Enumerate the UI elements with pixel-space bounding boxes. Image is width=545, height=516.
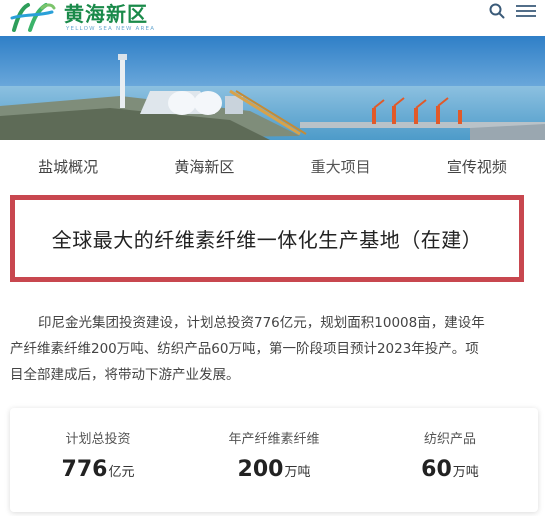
- stat-unit: 万吨: [284, 465, 311, 480]
- stat-value-group: 60万吨: [362, 457, 538, 482]
- menu-icon[interactable]: [515, 4, 537, 18]
- logo[interactable]: 黄海新区 YELLOW SEA NEW AREA: [8, 2, 158, 34]
- stat-unit: 亿元: [108, 465, 135, 480]
- tab-bar: 盐城概况 黄海新区 重大项目 宣传视频: [0, 146, 545, 188]
- project-description: 印尼金光集团投资建设，计划总投资776亿元，规划面积10008亩，建设年 产纤维…: [10, 310, 540, 388]
- project-title: 全球最大的纤维素纤维一体化生产基地（在建）: [51, 228, 483, 252]
- header-actions: [489, 2, 537, 20]
- logo-mark-icon: [10, 3, 56, 32]
- tab-promo-videos[interactable]: 宣传视频: [409, 146, 545, 188]
- description-line: 产纤维素纤维200万吨、纺织产品60万吨，第一阶段项目预计2023年投产。项: [10, 341, 479, 357]
- stat-value-group: 200万吨: [186, 457, 362, 482]
- search-icon[interactable]: [489, 3, 505, 19]
- tab-yellow-sea-new-area[interactable]: 黄海新区: [136, 146, 272, 188]
- description-line: 目全部建成后，将带动下游产业发展。: [10, 367, 240, 383]
- stat-unit: 万吨: [452, 465, 479, 480]
- stat-total-investment: 计划总投资 776亿元: [10, 408, 186, 512]
- stat-label: 纺织产品: [423, 432, 476, 447]
- tab-yancheng-overview[interactable]: 盐城概况: [0, 146, 136, 188]
- logo-title: 黄海新区: [64, 2, 148, 26]
- stat-cellulose-fiber-output: 年产纤维素纤维 200万吨: [186, 408, 362, 512]
- tab-major-projects[interactable]: 重大项目: [273, 146, 409, 188]
- stat-value-group: 776亿元: [10, 457, 186, 482]
- header: 黄海新区 YELLOW SEA NEW AREA: [0, 0, 545, 36]
- stat-label: 计划总投资: [65, 432, 131, 447]
- project-title-box: 全球最大的纤维素纤维一体化生产基地（在建）: [10, 195, 524, 282]
- description-line: 印尼金光集团投资建设，计划总投资776亿元，规划面积10008亩，建设年: [38, 315, 485, 331]
- logo-subtitle: YELLOW SEA NEW AREA: [66, 26, 156, 32]
- stats-card: 计划总投资 776亿元 年产纤维素纤维 200万吨 纺织产品 60万吨: [10, 408, 538, 512]
- stat-textile-products: 纺织产品 60万吨: [362, 408, 538, 512]
- stat-value: 200: [237, 457, 284, 482]
- stat-label: 年产纤维素纤维: [228, 432, 320, 447]
- stat-value: 60: [421, 457, 452, 482]
- stat-value: 776: [61, 457, 108, 482]
- banner-image: [0, 36, 545, 140]
- industrial-port-image: [0, 36, 545, 140]
